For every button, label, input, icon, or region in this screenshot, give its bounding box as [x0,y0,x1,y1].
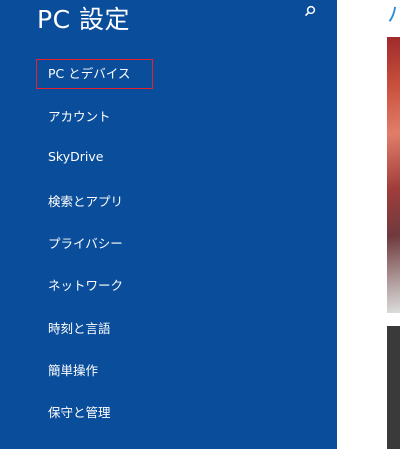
search-button[interactable] [300,2,320,22]
sidebar-item-label: プライバシー [48,236,123,251]
sidebar-item-label: 検索とアプリ [48,194,124,209]
sidebar-item-label: PC とデバイス [48,66,131,81]
sidebar-item-label: ネットワーク [48,278,124,293]
content-title: ハ [387,3,400,28]
sidebar-item-ease-of-access[interactable]: 簡単操作 [48,360,98,379]
sidebar-item-label: 時刻と言語 [48,321,111,336]
settings-sidebar: PC 設定 PC とデバイス アカウント SkyDrive 検索とアプリ プライ… [0,0,337,449]
sidebar-item-privacy[interactable]: プライバシー [48,233,123,252]
sidebar-item-search-apps[interactable]: 検索とアプリ [48,191,123,210]
sidebar-item-network[interactable]: ネットワーク [48,275,123,294]
sidebar-item-label: 保守と管理 [48,405,111,420]
lock-screen-preview-image[interactable] [387,37,400,313]
content-pane: ハ [337,0,400,449]
sidebar-item-accounts[interactable]: アカウント [48,106,111,125]
sidebar-item-pc-devices[interactable]: PC とデバイス [36,59,153,89]
sidebar-item-skydrive[interactable]: SkyDrive [48,149,103,164]
page-title: PC 設定 [37,5,130,34]
search-icon [304,5,316,17]
sidebar-item-label: 簡単操作 [48,363,99,378]
sidebar-item-update-recovery[interactable]: 保守と管理 [48,402,111,421]
sidebar-item-label: アカウント [48,109,111,124]
sidebar-item-time-language[interactable]: 時刻と言語 [48,318,111,337]
secondary-preview-tile[interactable] [387,326,400,449]
sidebar-item-label: SkyDrive [48,149,104,164]
